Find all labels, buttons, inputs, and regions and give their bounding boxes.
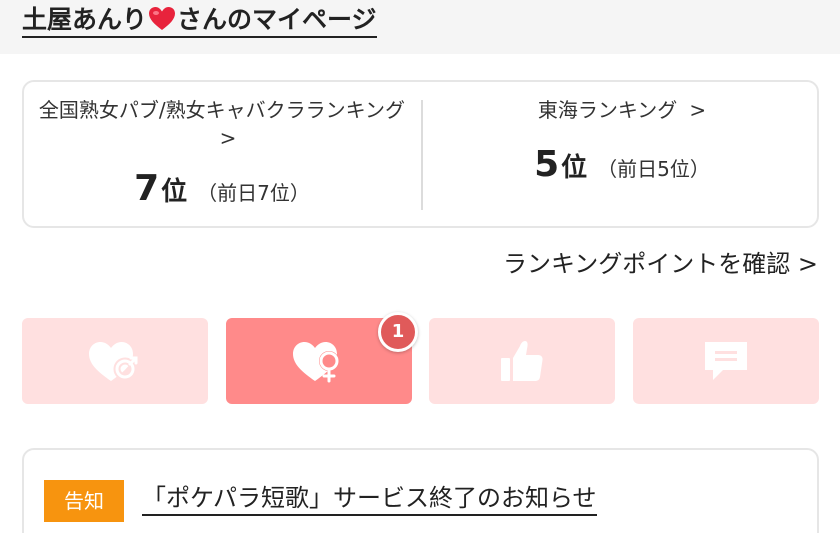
- chat-bubble-icon: [705, 342, 747, 380]
- national-ranking-arrow: >: [219, 126, 237, 150]
- notice-link[interactable]: 「ポケパラ短歌」サービス終了のお知らせ: [142, 482, 597, 516]
- notification-badge: 1: [378, 312, 418, 352]
- regional-rank-unit: 位: [561, 153, 588, 183]
- regional-ranking-value: 5位 （前日5位）: [432, 144, 812, 185]
- national-ranking-value: 7位 （前日7位）: [32, 168, 412, 209]
- page-title-name: 土屋あんり: [22, 5, 148, 34]
- message-button[interactable]: [633, 318, 819, 404]
- regional-ranking-title[interactable]: 東海ランキング >: [432, 96, 812, 124]
- ranking-point-link[interactable]: ランキングポイントを確認 >: [503, 244, 818, 279]
- page-title-suffix: さんのマイページ: [177, 5, 377, 34]
- ranking-divider: [421, 100, 423, 210]
- thumbs-up-icon: [501, 341, 543, 381]
- national-ranking[interactable]: 全国熟女パブ/熟女キャバクラランキング > 7位 （前日7位）: [32, 82, 412, 226]
- heart-male-button[interactable]: [22, 318, 208, 404]
- heart-icon: [149, 7, 176, 30]
- national-ranking-label: 全国熟女パブ/熟女キャバクラランキング: [38, 98, 406, 122]
- regional-ranking-arrow: >: [689, 98, 707, 122]
- regional-ranking[interactable]: 東海ランキング > 5位 （前日5位）: [432, 82, 812, 226]
- regional-rank-number: 5: [534, 144, 560, 185]
- notice-card: 告知 「ポケパラ短歌」サービス終了のお知らせ: [22, 448, 819, 533]
- thumbs-up-button[interactable]: [429, 318, 615, 404]
- regional-ranking-label: 東海ランキング: [537, 98, 678, 122]
- national-rank-previous: （前日7位）: [197, 181, 310, 205]
- national-ranking-title[interactable]: 全国熟女パブ/熟女キャバクラランキング >: [32, 96, 412, 152]
- notice-tag: 告知: [44, 480, 124, 522]
- ranking-card: 全国熟女パブ/熟女キャバクラランキング> 7位 （前日7位） 東海ランキング > 5…: [22, 80, 819, 228]
- national-rank-unit: 位: [161, 177, 188, 207]
- page-title: 土屋あんり さんのマイページ: [22, 4, 377, 38]
- regional-rank-previous: （前日5位）: [597, 157, 710, 181]
- heart-male-icon: [89, 342, 138, 381]
- page-header: 土屋あんり さんのマイページ: [0, 0, 840, 54]
- national-rank-number: 7: [134, 168, 160, 209]
- heart-female-icon: [293, 342, 339, 383]
